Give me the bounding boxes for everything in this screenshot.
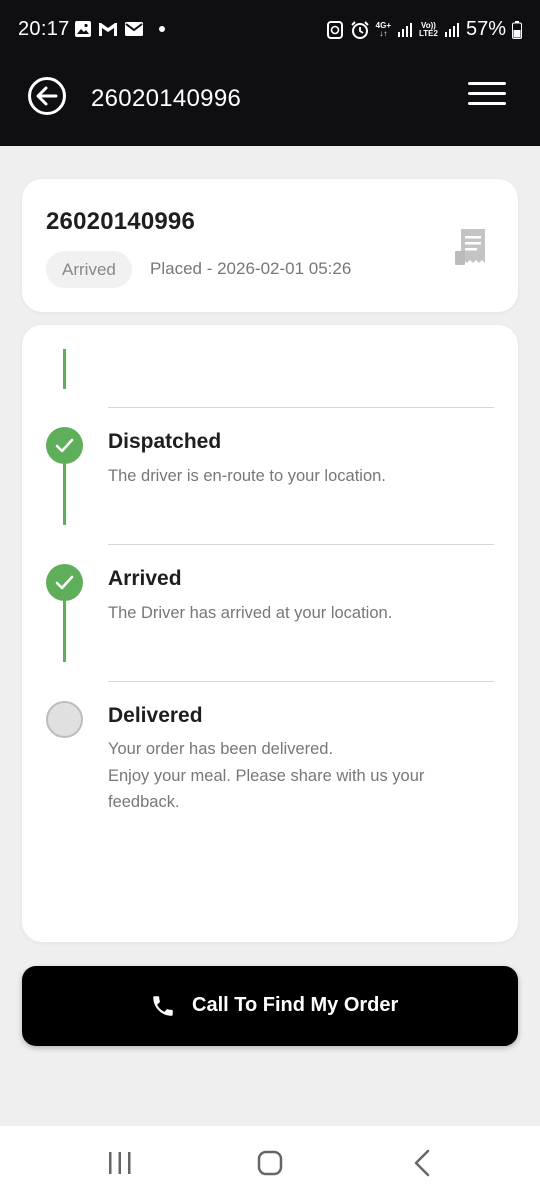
page-title: 26020140996 bbox=[91, 85, 242, 112]
order-timeline: Dispatched The driver is en-route to you… bbox=[22, 325, 518, 942]
timeline-connector bbox=[63, 349, 66, 389]
alarm-icon bbox=[350, 20, 369, 39]
step-title-delivered: Delivered bbox=[108, 704, 203, 727]
divider bbox=[108, 407, 494, 408]
signal-icon bbox=[398, 22, 412, 37]
step-title-arrived: Arrived bbox=[108, 567, 182, 590]
notification-icons bbox=[74, 20, 165, 38]
order-number: 26020140996 bbox=[46, 208, 196, 235]
gmail-icon bbox=[99, 23, 117, 36]
status-bar: 20:17 4G+ ↓↑ Vo)) LTE2 57% bbox=[0, 0, 540, 60]
mail-icon bbox=[125, 22, 143, 36]
dot-icon bbox=[159, 26, 165, 32]
back-icon[interactable] bbox=[402, 1148, 442, 1178]
signal-icon-2 bbox=[444, 22, 459, 37]
status-badge: Arrived bbox=[46, 251, 132, 288]
hamburger-menu-icon[interactable] bbox=[468, 82, 506, 108]
phone-icon bbox=[153, 996, 173, 1016]
lte-label: LTE2 bbox=[419, 28, 438, 38]
back-arrow-icon bbox=[28, 77, 66, 115]
battery-percent: 57% bbox=[465, 18, 506, 40]
step-desc-arrived: The Driver has arrived at your location. bbox=[108, 604, 393, 622]
receipt-icon[interactable] bbox=[455, 227, 491, 267]
system-nav-bar bbox=[0, 1126, 540, 1200]
divider bbox=[108, 544, 494, 545]
step-desc-delivered: Your order has been delivered. bbox=[108, 740, 334, 758]
system-icons: 4G+ ↓↑ Vo)) LTE2 57% bbox=[326, 18, 522, 41]
step-title-dispatched: Dispatched bbox=[108, 430, 222, 453]
battery-icon bbox=[512, 20, 522, 39]
pending-circle-icon bbox=[46, 701, 83, 738]
app-bar: 26020140996 bbox=[0, 60, 540, 146]
timeline-connector bbox=[63, 599, 66, 662]
timeline-connector bbox=[63, 462, 66, 525]
placed-timestamp: Placed - 2026-02-01 05:26 bbox=[150, 259, 352, 278]
status-time: 20:17 bbox=[18, 18, 70, 40]
divider bbox=[108, 681, 494, 682]
home-icon[interactable] bbox=[250, 1148, 290, 1178]
back-button[interactable] bbox=[27, 76, 67, 116]
call-find-order-button[interactable]: Call To Find My Order bbox=[22, 966, 518, 1046]
sync-icon bbox=[326, 20, 343, 39]
image-icon bbox=[75, 21, 91, 37]
check-icon bbox=[46, 427, 83, 464]
order-summary-card: 26020140996 Arrived Placed - 2026-02-01 … bbox=[22, 179, 518, 312]
call-button-label: Call To Find My Order bbox=[192, 994, 399, 1016]
check-icon bbox=[46, 564, 83, 601]
step-desc-dispatched: The driver is en-route to your location. bbox=[108, 467, 386, 485]
recent-apps-icon[interactable] bbox=[100, 1148, 140, 1178]
step-desc-delivered-2: Enjoy your meal. Please share with us yo… bbox=[108, 767, 425, 811]
